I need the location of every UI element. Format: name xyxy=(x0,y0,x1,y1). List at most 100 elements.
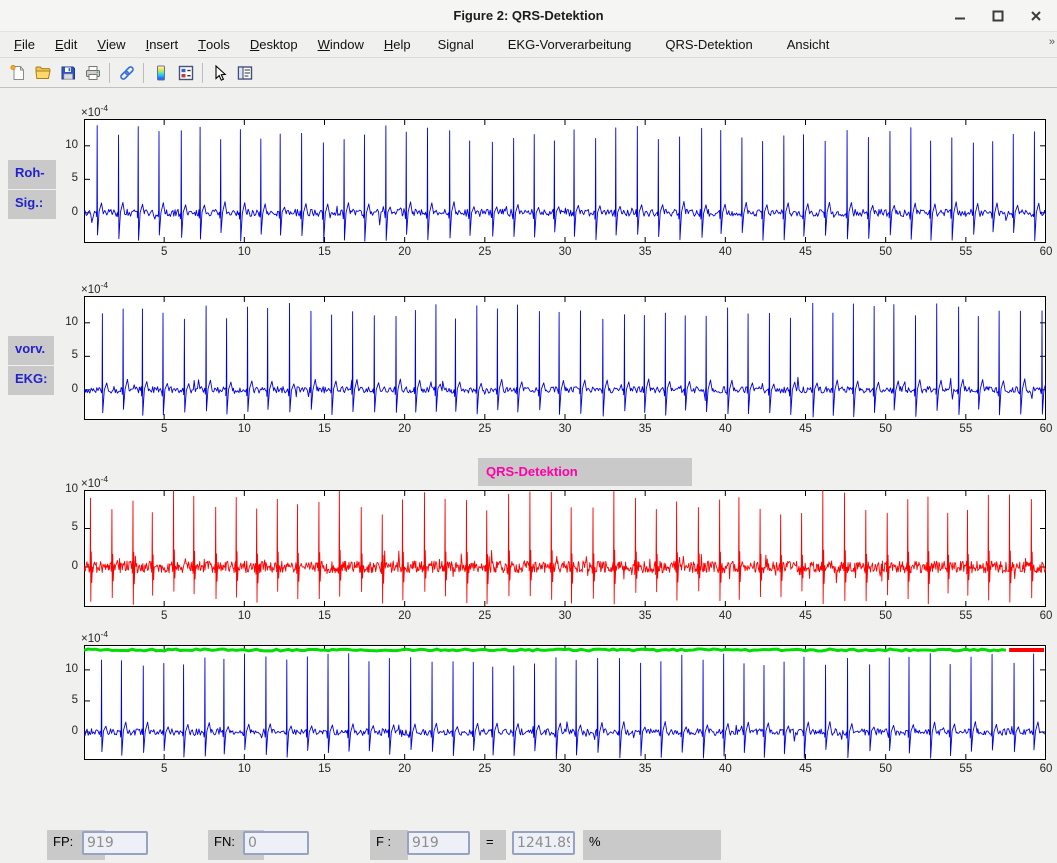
x-tick-label: 60 xyxy=(1029,610,1057,622)
fn-value-field[interactable] xyxy=(243,831,309,855)
x-tick-label: 15 xyxy=(308,610,342,622)
menu-item-file[interactable]: File xyxy=(4,32,45,57)
x-tick-label: 10 xyxy=(227,423,261,435)
x-tick-label: 10 xyxy=(227,610,261,622)
x-tick-label: 60 xyxy=(1029,763,1057,775)
x-tick-label: 10 xyxy=(227,763,261,775)
menu-item-ekg-vorverarbeitung[interactable]: EKG-Vorverarbeitung xyxy=(491,32,649,57)
menu-item-tools[interactable]: Tools xyxy=(188,32,240,57)
x-tick-label: 20 xyxy=(388,423,422,435)
x-tick-label: 5 xyxy=(147,423,181,435)
y-tick-label: 5 xyxy=(46,521,78,533)
x-tick-label: 45 xyxy=(789,610,823,622)
plot-axes-qrs-detection[interactable] xyxy=(84,490,1046,607)
window-title: Figure 2: QRS-Detektion xyxy=(453,8,603,23)
y-tick-label: 10 xyxy=(46,663,78,675)
x-tick-label: 20 xyxy=(388,246,422,258)
print-icon[interactable] xyxy=(80,61,105,85)
x-tick-label: 50 xyxy=(869,763,903,775)
chart-qrs-detection: ×10-4051051015202530354045505560 xyxy=(84,490,1046,607)
x-tick-label: 5 xyxy=(147,610,181,622)
x-tick-label: 45 xyxy=(789,763,823,775)
x-tick-label: 25 xyxy=(468,763,502,775)
x-tick-label: 15 xyxy=(308,763,342,775)
y-tick-label: 0 xyxy=(46,725,78,737)
x-tick-label: 20 xyxy=(388,610,422,622)
x-tick-label: 25 xyxy=(468,423,502,435)
x-tick-label: 35 xyxy=(628,246,662,258)
x-tick-label: 60 xyxy=(1029,246,1057,258)
menu-overflow-icon[interactable]: » xyxy=(1049,36,1055,48)
equals-label: = xyxy=(480,830,506,860)
plot-axes-preprocessed-ecg[interactable] xyxy=(84,296,1046,420)
percent-label: % xyxy=(583,830,721,860)
menu-item-help[interactable]: Help xyxy=(374,32,421,57)
property-editor-icon[interactable] xyxy=(232,61,257,85)
link-plot-icon[interactable] xyxy=(114,61,139,85)
maximize-button[interactable] xyxy=(991,9,1005,23)
x-tick-label: 35 xyxy=(628,610,662,622)
qrs-detection-title: QRS-Detektion xyxy=(478,458,692,486)
x-tick-label: 50 xyxy=(869,610,903,622)
x-tick-label: 45 xyxy=(789,423,823,435)
open-folder-icon[interactable] xyxy=(30,61,55,85)
x-tick-label: 50 xyxy=(869,246,903,258)
new-document-icon[interactable] xyxy=(5,61,30,85)
x-tick-label: 40 xyxy=(708,610,742,622)
y-tick-label: 10 xyxy=(46,316,78,328)
x-tick-label: 20 xyxy=(388,763,422,775)
chart-preprocessed-ecg: ×10-4051051015202530354045505560 xyxy=(84,296,1046,420)
figure-canvas: Roh- Sig.: vorv. EKG: QRS-Detektion ×10-… xyxy=(0,88,1057,863)
x-tick-label: 40 xyxy=(708,423,742,435)
chart-raw-signal: ×10-4051051015202530354045505560 xyxy=(84,119,1046,243)
x-tick-label: 55 xyxy=(949,246,983,258)
x-tick-label: 35 xyxy=(628,423,662,435)
toolbar-separator xyxy=(143,63,144,83)
plot-axes-detection-result[interactable] xyxy=(84,645,1046,760)
title-bar: Figure 2: QRS-Detektion xyxy=(0,0,1057,32)
menu-item-desktop[interactable]: Desktop xyxy=(240,32,308,57)
window-controls xyxy=(953,0,1043,31)
y-axis-exponent-label: ×10-4 xyxy=(81,280,108,296)
menu-item-edit[interactable]: Edit xyxy=(45,32,87,57)
y-tick-label: 0 xyxy=(46,206,78,218)
plot-axes-raw-signal[interactable] xyxy=(84,119,1046,243)
x-tick-label: 5 xyxy=(147,246,181,258)
result-value-field[interactable] xyxy=(512,831,575,855)
colormap-icon[interactable] xyxy=(148,61,173,85)
legend-icon[interactable] xyxy=(173,61,198,85)
close-button[interactable] xyxy=(1029,9,1043,23)
y-tick-label: 5 xyxy=(46,349,78,361)
menu-item-qrs-detektion[interactable]: QRS-Detektion xyxy=(648,32,769,57)
x-tick-label: 10 xyxy=(227,246,261,258)
menu-item-ansicht[interactable]: Ansicht xyxy=(770,32,847,57)
x-tick-label: 15 xyxy=(308,423,342,435)
minimize-button[interactable] xyxy=(953,9,967,23)
menu-item-signal[interactable]: Signal xyxy=(421,32,491,57)
save-icon[interactable] xyxy=(55,61,80,85)
x-tick-label: 35 xyxy=(628,763,662,775)
x-tick-label: 55 xyxy=(949,610,983,622)
y-tick-label: 10 xyxy=(46,139,78,151)
menu-item-insert[interactable]: Insert xyxy=(136,32,189,57)
x-tick-label: 30 xyxy=(548,610,582,622)
x-tick-label: 50 xyxy=(869,423,903,435)
x-tick-label: 15 xyxy=(308,246,342,258)
pointer-icon[interactable] xyxy=(207,61,232,85)
x-tick-label: 55 xyxy=(949,763,983,775)
chart-detection-result: ×10-4051051015202530354045505560 xyxy=(84,645,1046,760)
f-value-field[interactable] xyxy=(407,831,470,855)
y-tick-label: 0 xyxy=(46,383,78,395)
x-tick-label: 30 xyxy=(548,246,582,258)
fp-value-field[interactable] xyxy=(82,831,148,855)
x-tick-label: 25 xyxy=(468,246,502,258)
x-tick-label: 60 xyxy=(1029,423,1057,435)
y-tick-label: 10 xyxy=(46,483,78,495)
y-tick-label: 5 xyxy=(46,694,78,706)
menu-item-window[interactable]: Window xyxy=(308,32,374,57)
menu-item-view[interactable]: View xyxy=(87,32,135,57)
toolbar-separator xyxy=(109,63,110,83)
y-axis-exponent-label: ×10-4 xyxy=(81,103,108,119)
tool-bar xyxy=(0,58,1057,88)
toolbar-separator xyxy=(202,63,203,83)
